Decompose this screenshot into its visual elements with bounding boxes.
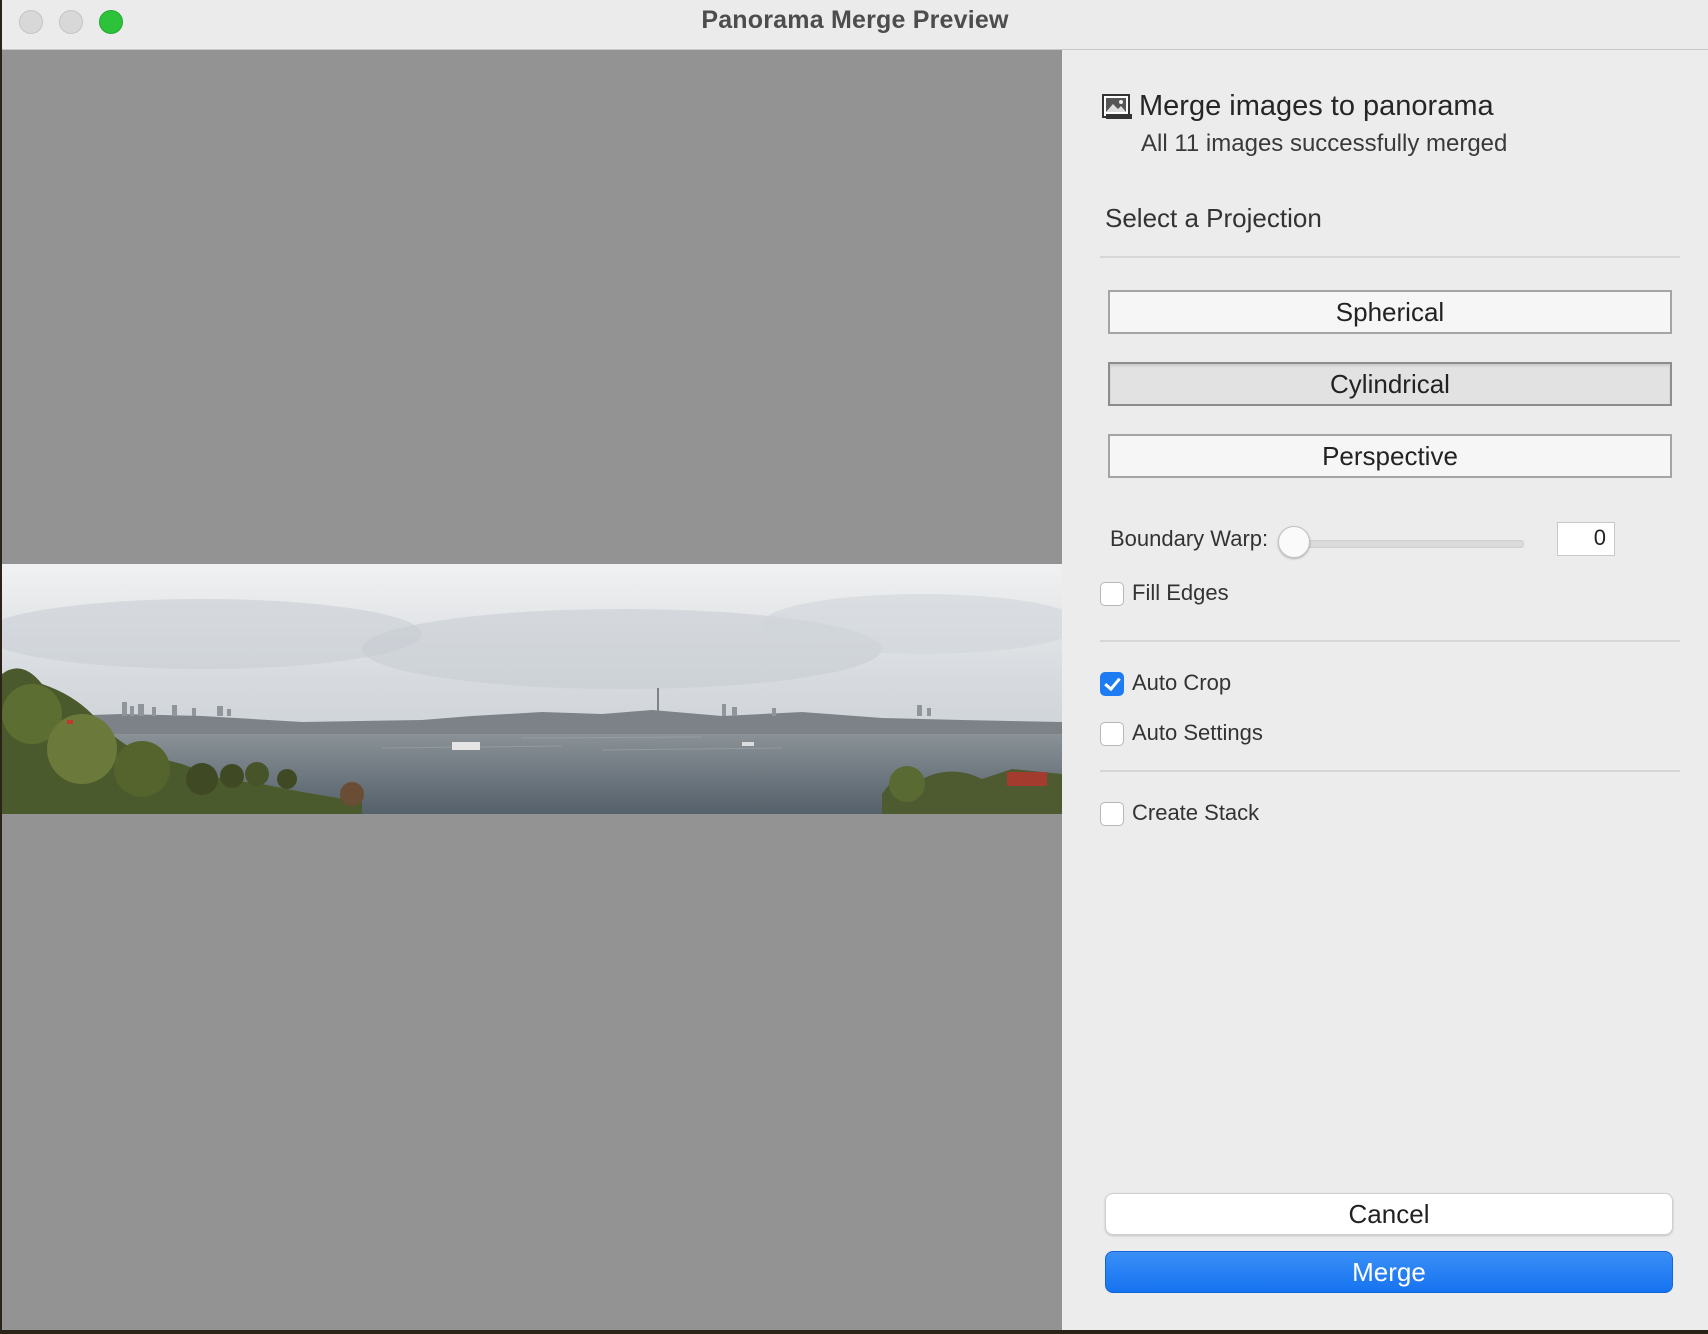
merge-button[interactable]: Merge	[1105, 1251, 1673, 1293]
title-bar: Panorama Merge Preview	[2, 0, 1708, 50]
boundary-warp-slider-track[interactable]	[1292, 540, 1524, 548]
boundary-warp-value-field[interactable]: 0	[1557, 522, 1615, 556]
dialog-heading: Merge images to panorama	[1139, 90, 1494, 122]
auto-crop-label[interactable]: Auto Crop	[1132, 670, 1231, 696]
boundary-warp-label: Boundary Warp:	[1110, 526, 1269, 551]
cylindrical-projection-button[interactable]: Cylindrical	[1108, 362, 1672, 406]
panorama-preview-area	[2, 50, 1062, 1330]
boundary-warp-slider-thumb[interactable]	[1278, 526, 1310, 558]
auto-settings-label[interactable]: Auto Settings	[1132, 720, 1263, 746]
panorama-preview-image	[2, 564, 1062, 814]
divider	[1100, 770, 1680, 772]
merge-status-text: All 11 images successfully merged	[1141, 130, 1508, 157]
auto-crop-checkbox[interactable]	[1100, 672, 1124, 696]
cancel-button[interactable]: Cancel	[1105, 1193, 1673, 1235]
divider	[1100, 640, 1680, 642]
settings-panel: Merge images to panorama All 11 images s…	[1062, 50, 1708, 1330]
create-stack-checkbox[interactable]	[1100, 802, 1124, 826]
panorama-merge-dialog: Panorama Merge Preview Merge images to p…	[2, 0, 1708, 1330]
auto-settings-checkbox[interactable]	[1100, 722, 1124, 746]
spherical-projection-button[interactable]: Spherical	[1108, 290, 1672, 334]
projection-section-label: Select a Projection	[1105, 203, 1322, 233]
fill-edges-checkbox[interactable]	[1100, 582, 1124, 606]
divider	[1100, 256, 1680, 258]
fill-edges-label[interactable]: Fill Edges	[1132, 580, 1229, 606]
window-title: Panorama Merge Preview	[701, 6, 1009, 34]
create-stack-label[interactable]: Create Stack	[1132, 800, 1259, 826]
image-icon	[1102, 94, 1132, 119]
perspective-projection-button[interactable]: Perspective	[1108, 434, 1672, 478]
